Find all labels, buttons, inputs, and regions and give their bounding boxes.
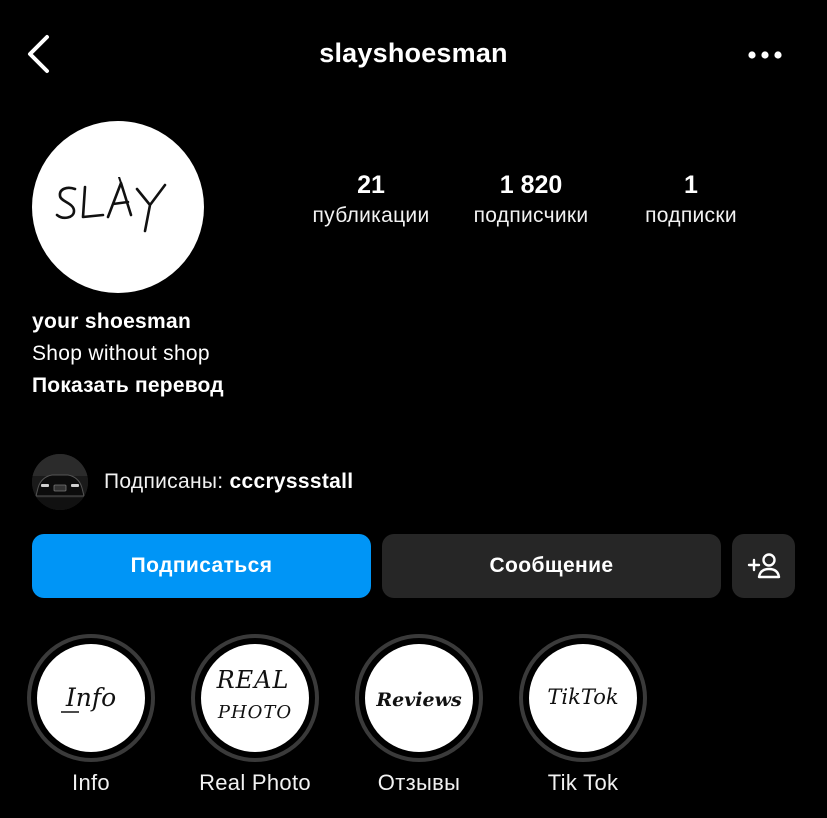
show-translation-link[interactable]: Показать перевод xyxy=(32,370,224,402)
stat-followers[interactable]: 1 820 подписчики xyxy=(456,170,606,232)
posts-label: публикации xyxy=(312,204,430,227)
mutual-follower-username[interactable]: cccryssstall xyxy=(230,470,354,493)
followers-count: 1 820 xyxy=(499,171,563,199)
add-user-icon xyxy=(747,553,780,579)
highlight-label: Отзывы xyxy=(377,770,461,795)
ellipsis-icon xyxy=(748,51,782,59)
more-options-button[interactable] xyxy=(745,40,785,70)
profile-avatar[interactable] xyxy=(32,121,204,293)
followers-label: подписчики xyxy=(473,204,589,227)
highlight-cover-text: REAL xyxy=(216,666,290,694)
highlight-ring: REAL PHOTO xyxy=(191,634,319,762)
stat-following[interactable]: 1 подписки xyxy=(628,170,754,232)
bio-name: your shoesman xyxy=(32,310,192,333)
highlight-cover: REAL PHOTO xyxy=(201,644,309,752)
highlight-info[interactable]: Info Info xyxy=(26,634,156,798)
suggest-accounts-button[interactable] xyxy=(732,534,795,598)
stat-posts[interactable]: 21 публикации xyxy=(300,170,442,232)
highlight-cover: Info xyxy=(37,644,145,752)
highlight-ring: Reviews xyxy=(355,634,483,762)
message-button[interactable]: Сообщение xyxy=(382,534,721,598)
highlight-cover: Reviews xyxy=(365,644,473,752)
highlight-cover: TikTok xyxy=(529,644,637,752)
highlight-label: Info xyxy=(72,770,110,795)
posts-count: 21 xyxy=(357,171,385,199)
highlight-real-photo[interactable]: REAL PHOTO Real Photo xyxy=(190,634,320,798)
following-label: подписки xyxy=(645,204,737,227)
mutual-followers-prefix: Подписаны: xyxy=(104,470,230,493)
profile-username: slayshoesman xyxy=(319,38,508,68)
highlight-cover-text: PHOTO xyxy=(217,702,292,723)
highlight-label: Tik Tok xyxy=(547,770,619,795)
highlight-tiktok[interactable]: TikTok Tik Tok xyxy=(518,634,648,798)
highlight-reviews[interactable]: Reviews Отзывы xyxy=(354,634,484,798)
tiktok-cover-art: TikTok xyxy=(547,685,618,709)
highlight-cover-text: TikTok xyxy=(547,685,618,709)
highlight-cover-text: Info xyxy=(65,683,116,712)
highlight-ring: TikTok xyxy=(519,634,647,762)
highlight-cover-text: Reviews xyxy=(375,689,462,711)
highlight-label: Real Photo xyxy=(199,770,311,795)
info-cover-art: Info xyxy=(61,683,116,713)
slay-logo xyxy=(55,177,167,233)
following-count: 1 xyxy=(684,171,698,199)
reviews-cover-art: Reviews xyxy=(375,689,462,711)
profile-bio: your shoesman Shop without shop Показать… xyxy=(32,306,224,402)
mutual-followers-text: Подписаны: cccryssstall xyxy=(104,470,353,494)
mutual-follower-avatar xyxy=(32,454,88,510)
bio-text: Shop without shop xyxy=(32,342,210,365)
highlight-ring: Info xyxy=(27,634,155,762)
follow-button[interactable]: Подписаться xyxy=(32,534,371,598)
car-photo-icon xyxy=(32,454,88,510)
mutual-followers[interactable]: Подписаны: cccryssstall xyxy=(32,454,353,510)
real-photo-cover-art: REAL PHOTO xyxy=(216,666,292,723)
top-bar: slayshoesman xyxy=(0,0,827,110)
